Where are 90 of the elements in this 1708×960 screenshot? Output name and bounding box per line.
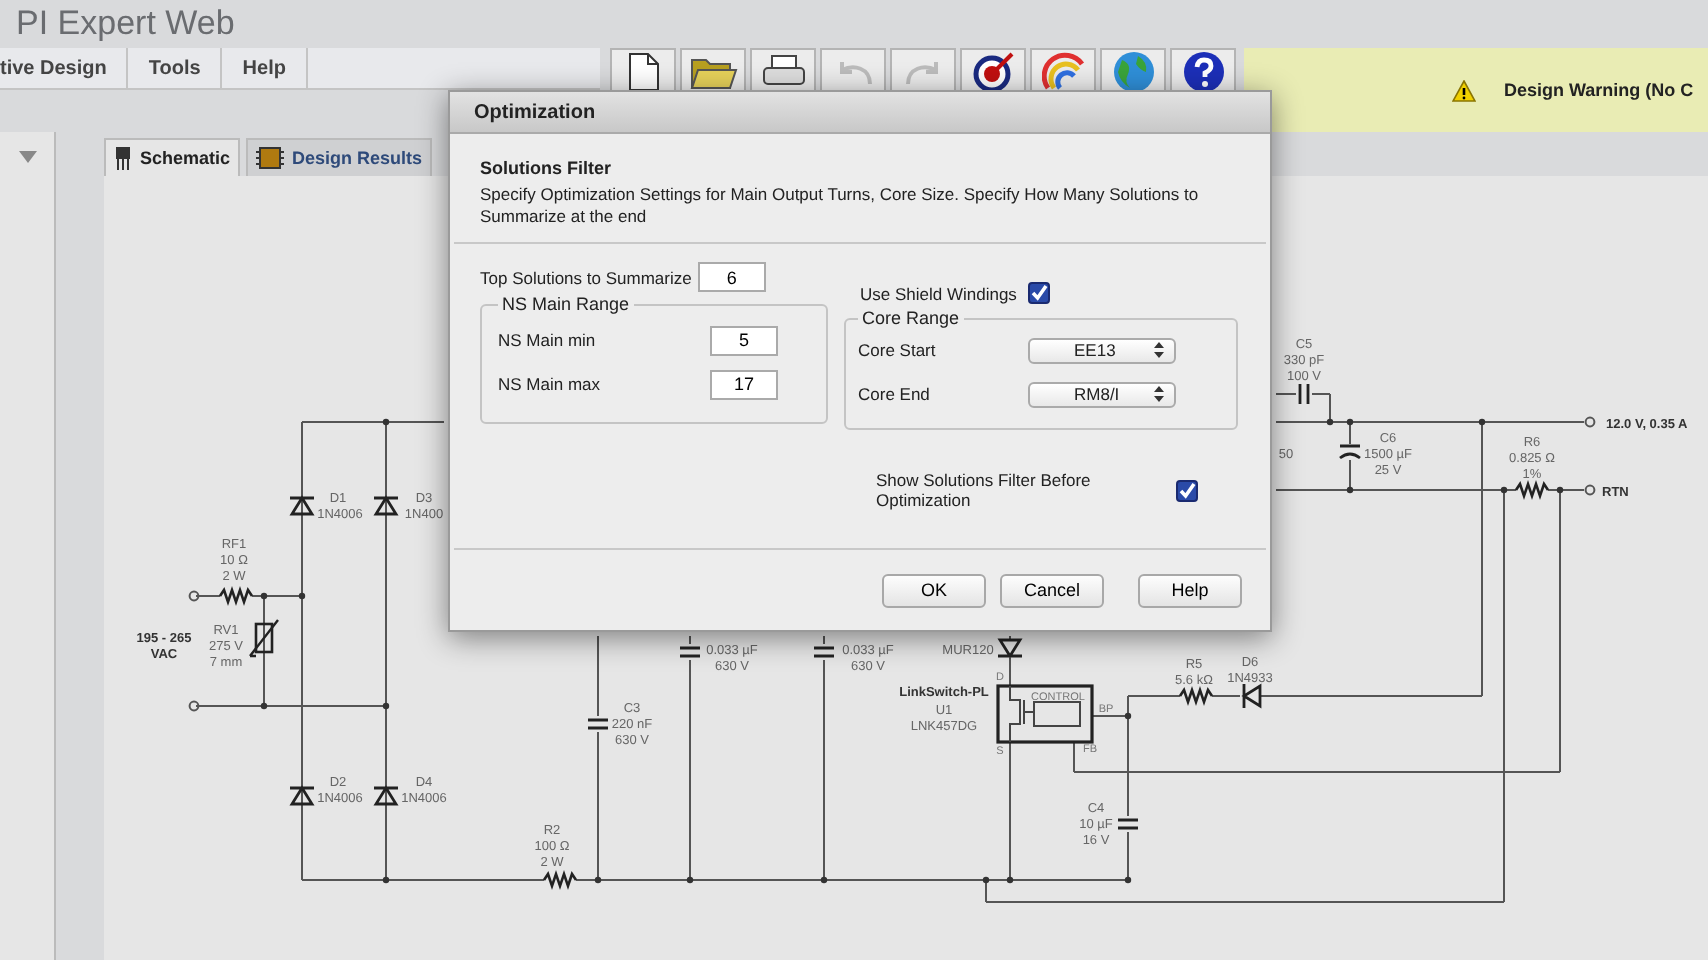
warning-text: Design Warning (No C bbox=[1504, 80, 1694, 100]
terminal-icon bbox=[188, 590, 200, 602]
capacitor-icon bbox=[586, 718, 610, 730]
capacitor-icon bbox=[1298, 382, 1310, 406]
junction-dot bbox=[1556, 486, 1564, 494]
dialog-button[interactable]: Cancel bbox=[1000, 573, 1104, 607]
wire bbox=[1211, 695, 1241, 697]
capacitor-icon bbox=[812, 646, 836, 658]
menu-item[interactable]: tive Design bbox=[0, 48, 129, 88]
help-icon bbox=[1181, 50, 1225, 94]
junction-dot bbox=[1346, 418, 1354, 426]
junction-dot bbox=[1500, 486, 1508, 494]
junction-dot bbox=[1326, 418, 1334, 426]
field-label: Core Start bbox=[858, 340, 936, 360]
junction-dot bbox=[982, 876, 990, 884]
menu-item[interactable]: Help bbox=[222, 48, 308, 88]
section-heading: Solutions Filter bbox=[480, 158, 614, 178]
app-title: PI Expert Web bbox=[16, 4, 235, 44]
junction-dot bbox=[260, 702, 268, 710]
chip-icon bbox=[256, 146, 285, 170]
dropdown[interactable]: RM8/I bbox=[1028, 381, 1176, 407]
diode-icon bbox=[288, 496, 316, 516]
junction-dot bbox=[298, 592, 306, 600]
junction-dot bbox=[382, 702, 390, 710]
redo-icon bbox=[903, 58, 943, 86]
resistor-icon bbox=[1178, 685, 1214, 707]
junction-dot bbox=[1124, 876, 1132, 884]
terminal-icon bbox=[1584, 484, 1596, 496]
wire bbox=[823, 635, 825, 645]
printer-icon bbox=[761, 54, 805, 90]
wire bbox=[689, 635, 691, 645]
varistor-icon bbox=[248, 618, 280, 658]
group-legend: Core Range bbox=[858, 308, 964, 328]
input-field[interactable]: 5 bbox=[710, 325, 778, 355]
rainbow-icon bbox=[1041, 52, 1085, 92]
tab[interactable]: Schematic bbox=[104, 138, 241, 176]
menu-item[interactable]: Tools bbox=[128, 48, 223, 88]
capacitor-icon bbox=[678, 646, 702, 658]
junction-dot bbox=[1124, 712, 1132, 720]
input-field[interactable]: 17 bbox=[710, 369, 778, 399]
globe-icon bbox=[1111, 50, 1155, 94]
dialog-button[interactable]: OK bbox=[882, 573, 986, 607]
field-label: Core End bbox=[858, 384, 930, 404]
stepper-icon bbox=[1154, 386, 1164, 402]
document-icon bbox=[627, 52, 659, 92]
junction-dot bbox=[1006, 876, 1014, 884]
input-field[interactable]: 6 bbox=[697, 262, 766, 292]
dialog-title: Optimization bbox=[474, 101, 596, 123]
resistor-icon bbox=[218, 585, 254, 607]
diode-icon bbox=[1242, 682, 1262, 710]
junction-dot bbox=[594, 876, 602, 884]
junction-dot bbox=[1478, 418, 1486, 426]
junction-dot bbox=[260, 592, 268, 600]
dialog-button[interactable]: Help bbox=[1138, 573, 1242, 607]
junction-dot bbox=[820, 876, 828, 884]
dropdown[interactable]: EE13 bbox=[1028, 337, 1176, 363]
warning-icon bbox=[1452, 79, 1476, 101]
checkbox-label: Show Solutions Filter Before Optimization bbox=[876, 470, 1093, 510]
diode-icon bbox=[288, 786, 316, 806]
capacitor-icon bbox=[1338, 444, 1362, 460]
checkbox-label: Use Shield Windings bbox=[860, 283, 1017, 303]
controller-chip-icon bbox=[996, 684, 1094, 744]
wire bbox=[597, 635, 599, 717]
stepper-icon bbox=[1154, 342, 1164, 358]
checkbox[interactable] bbox=[1028, 282, 1051, 304]
junction-dot bbox=[382, 876, 390, 884]
diode-icon bbox=[996, 638, 1024, 658]
terminal-icon bbox=[1584, 416, 1596, 428]
dropdown-arrow-icon[interactable] bbox=[17, 150, 37, 164]
tab[interactable]: Design Results bbox=[246, 138, 433, 176]
wire bbox=[1009, 657, 1011, 687]
wire bbox=[195, 595, 221, 597]
capacitor-icon bbox=[1116, 818, 1140, 830]
junction-dot bbox=[686, 876, 694, 884]
terminal-icon bbox=[188, 700, 200, 712]
resistor-icon bbox=[542, 869, 578, 891]
diode-icon bbox=[372, 786, 400, 806]
field-label: Top Solutions to Summarize bbox=[480, 267, 692, 287]
checkbox[interactable] bbox=[1176, 479, 1198, 501]
field-label: NS Main max bbox=[498, 374, 601, 394]
junction-dot bbox=[382, 418, 390, 426]
wire bbox=[1275, 393, 1297, 395]
section-description: Specify Optimization Settings for Main Output Turns, Core Size. Specify How Many Solutions to Summarize at the end bbox=[480, 184, 1201, 228]
folder-icon bbox=[689, 54, 737, 90]
junction-dot bbox=[1346, 486, 1354, 494]
component-icon bbox=[114, 146, 132, 170]
group-legend: NS Main Range bbox=[498, 294, 634, 314]
resistor-icon bbox=[1514, 479, 1550, 501]
field-label: NS Main min bbox=[498, 330, 596, 350]
diode-icon bbox=[372, 496, 400, 516]
